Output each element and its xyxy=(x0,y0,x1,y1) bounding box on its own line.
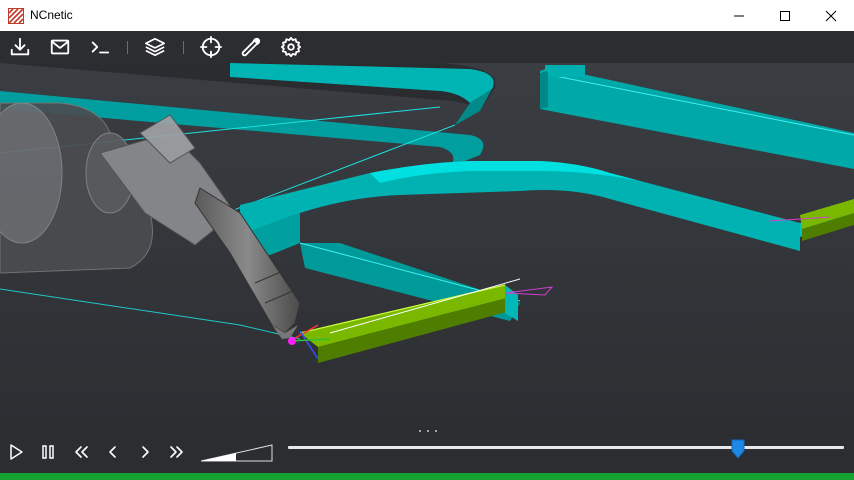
rewind-button[interactable] xyxy=(69,440,93,464)
mail-icon xyxy=(50,39,70,55)
minimize-button[interactable] xyxy=(716,0,762,31)
machining-scene xyxy=(0,63,854,427)
step-forward-button[interactable] xyxy=(133,440,157,464)
3d-viewport[interactable] xyxy=(0,63,854,427)
wrench-button[interactable] xyxy=(238,34,264,60)
toolbar-separator xyxy=(127,41,128,54)
status-bar xyxy=(0,473,854,480)
close-icon xyxy=(825,10,837,21)
mail-button[interactable] xyxy=(47,34,73,60)
pause-icon xyxy=(42,445,54,459)
crosshair-icon xyxy=(200,36,222,58)
wrench-icon xyxy=(241,37,261,57)
layers-button[interactable] xyxy=(142,34,168,60)
crosshair-button[interactable] xyxy=(198,34,224,60)
terminal-button[interactable] xyxy=(87,34,113,60)
title-bar: NCnetic xyxy=(0,0,854,32)
download-icon xyxy=(10,37,30,56)
step-forward-icon xyxy=(142,446,149,458)
gear-icon xyxy=(280,36,302,58)
rewind-icon xyxy=(75,446,88,458)
play-icon xyxy=(10,444,23,460)
minimize-icon xyxy=(734,15,744,16)
maximize-button[interactable] xyxy=(762,0,808,31)
close-button[interactable] xyxy=(808,0,854,31)
download-button[interactable] xyxy=(7,34,33,60)
progress-slider-thumb[interactable] xyxy=(731,439,745,459)
toolbar xyxy=(0,31,854,63)
pause-button[interactable] xyxy=(36,440,60,464)
toolbar-separator xyxy=(183,41,184,54)
maximize-icon xyxy=(780,10,790,21)
fast-forward-button[interactable] xyxy=(165,440,189,464)
step-back-button[interactable] xyxy=(101,440,125,464)
layers-icon xyxy=(145,37,165,57)
step-back-icon xyxy=(109,446,116,458)
playback-bar xyxy=(0,427,854,473)
speed-control[interactable] xyxy=(200,444,274,462)
window-title: NCnetic xyxy=(30,8,73,22)
play-button[interactable] xyxy=(4,440,28,464)
settings-button[interactable] xyxy=(278,34,304,60)
fast-forward-icon xyxy=(170,446,183,458)
resize-grip-icon[interactable] xyxy=(416,427,440,435)
terminal-icon xyxy=(91,41,110,54)
progress-slider-track[interactable] xyxy=(288,446,844,449)
app-logo-icon xyxy=(8,8,24,24)
